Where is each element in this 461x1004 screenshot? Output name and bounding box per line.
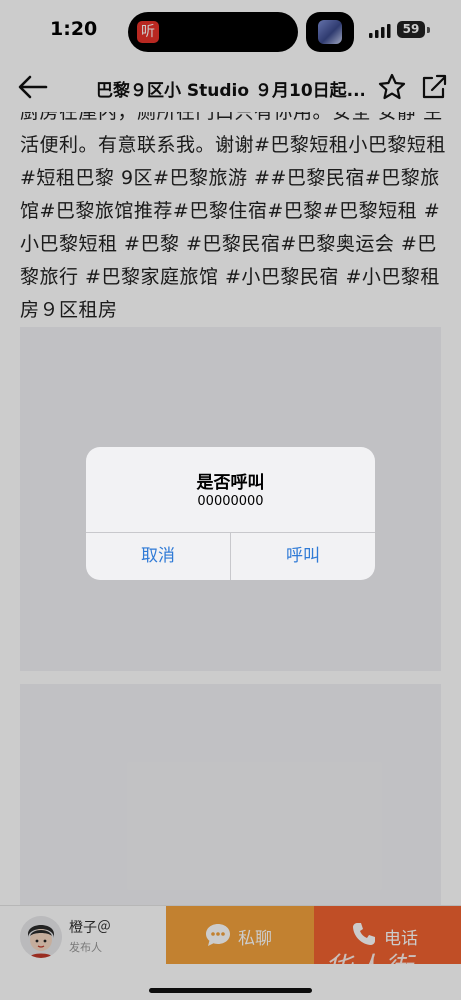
- dialog-phone-number: 00000000: [197, 494, 264, 509]
- dialog-title: 是否呼叫: [196, 473, 265, 493]
- dialog-cancel-button[interactable]: 取消: [86, 533, 230, 580]
- dialog-call-button[interactable]: 呼叫: [231, 533, 375, 580]
- listing-detail-screen: 1:20 听 59 巴黎９区小 Studio ９月10日起... 厨房在屋内，厕…: [0, 0, 461, 1001]
- call-confirm-dialog: 是否呼叫 00000000 取消 呼叫: [86, 447, 375, 580]
